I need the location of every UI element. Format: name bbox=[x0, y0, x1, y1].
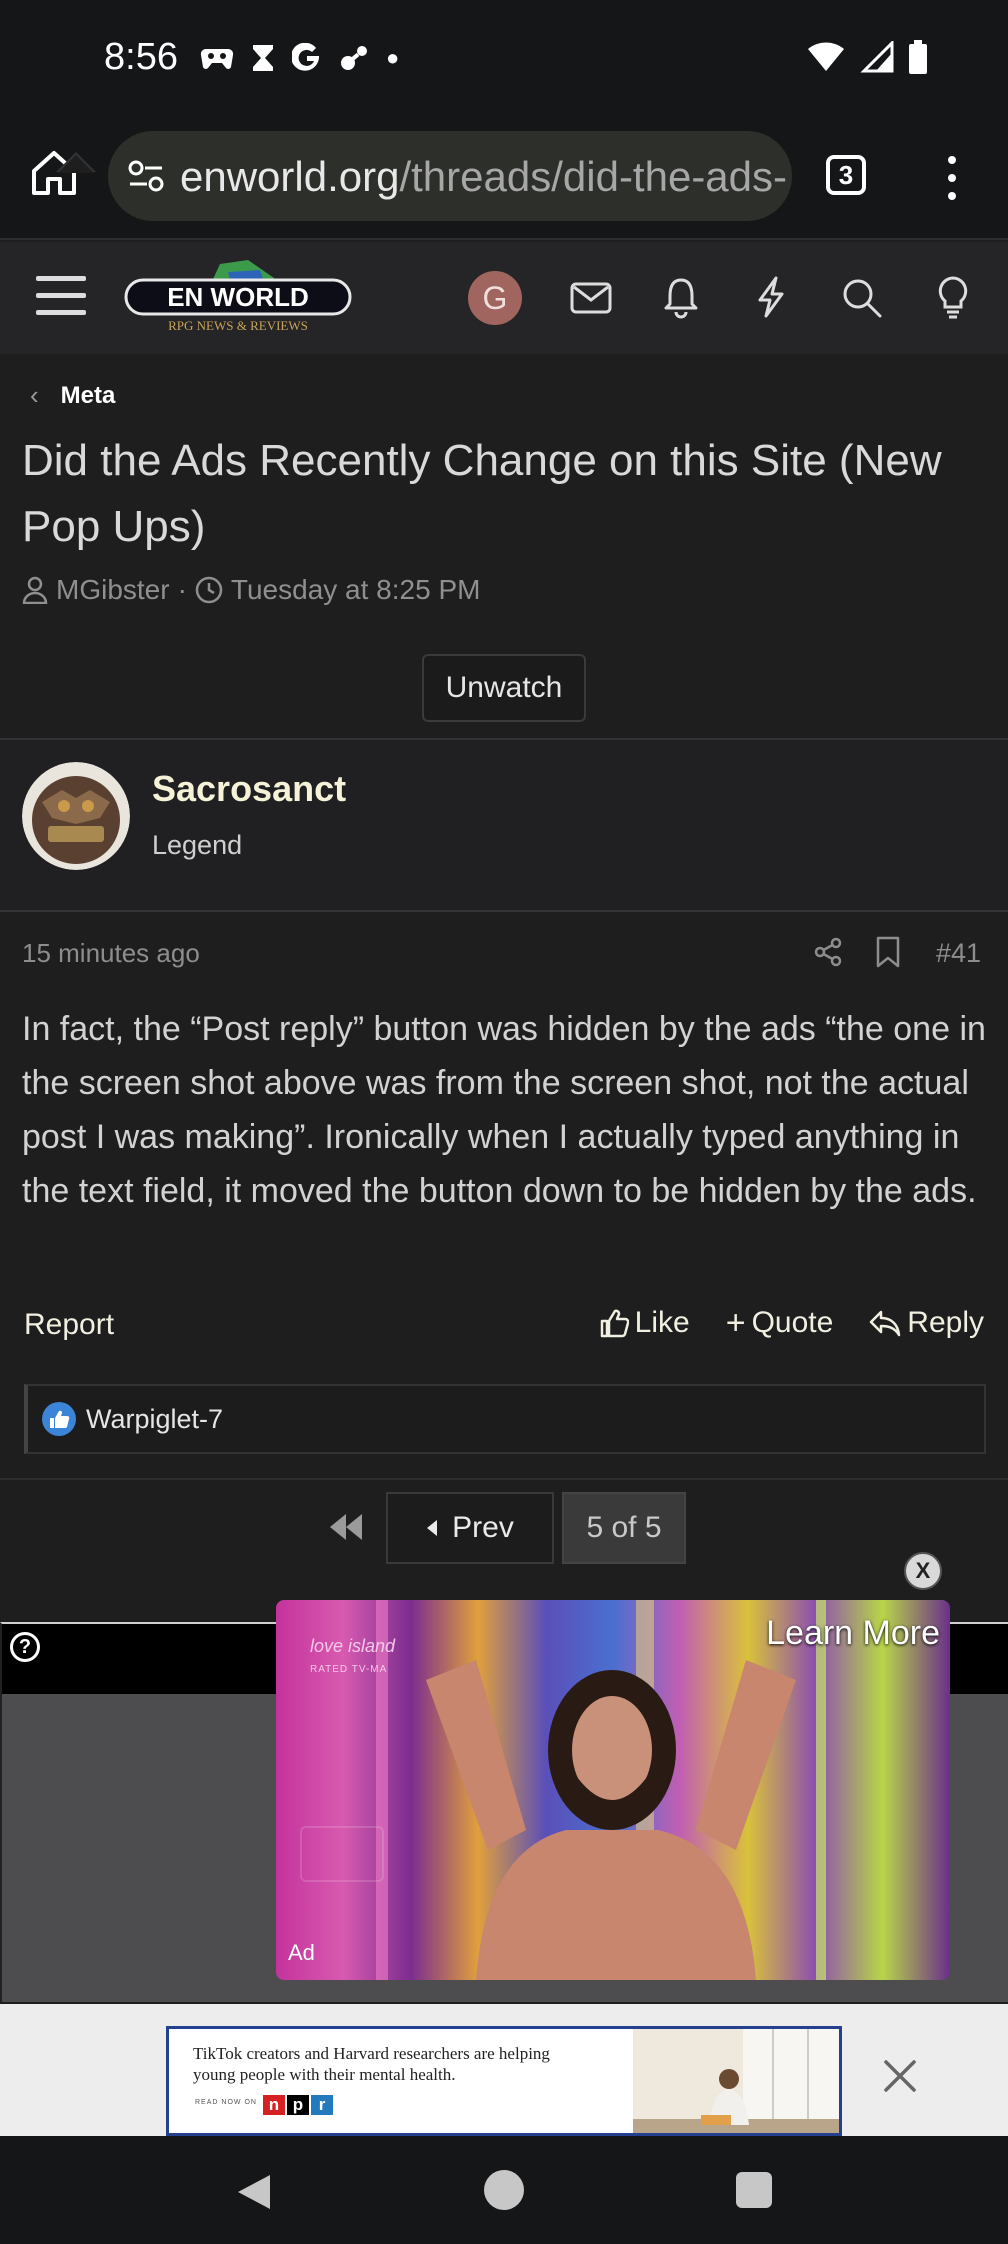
video-ad-frame bbox=[276, 1600, 950, 1980]
logo-subtext: RPG NEWS & REVIEWS bbox=[168, 318, 308, 333]
reply-icon bbox=[870, 1310, 901, 1337]
hourglass-icon bbox=[253, 45, 273, 71]
quote-label: Quote bbox=[751, 1306, 834, 1339]
plus-icon: + bbox=[725, 1304, 746, 1342]
status-time: 8:56 bbox=[104, 36, 178, 78]
reactions-bar[interactable]: Warpiglet-7 bbox=[24, 1384, 986, 1454]
unwatch-button[interactable]: Unwatch bbox=[422, 654, 586, 722]
site-settings-icon[interactable] bbox=[128, 159, 164, 193]
npr-letter-p: p bbox=[287, 2095, 309, 2115]
mute-icon[interactable] bbox=[300, 1826, 384, 1882]
battery-icon bbox=[909, 40, 927, 74]
browser-toolbar: enworld.org/threads/did-the-ads- 3 bbox=[0, 115, 1008, 240]
thread-meta: MGibster · Tuesday at 8:25 PM bbox=[22, 574, 480, 606]
game-controller-icon bbox=[200, 48, 234, 69]
ad-brand: love island bbox=[310, 1636, 396, 1656]
url-path: /threads/did-the-ads- bbox=[399, 153, 788, 200]
connect-icon bbox=[341, 46, 367, 70]
post-username[interactable]: Sacrosanct bbox=[152, 768, 346, 810]
dot-icon: ● bbox=[386, 45, 400, 70]
account-avatar[interactable]: G bbox=[468, 271, 522, 325]
close-icon[interactable] bbox=[880, 2056, 920, 2096]
thread-author[interactable]: MGibster bbox=[56, 574, 170, 606]
clock-icon bbox=[195, 576, 223, 604]
banner-text: TikTok creators and Harvard researchers … bbox=[193, 2044, 550, 2084]
post-actions: Like + Quote Reply bbox=[599, 1306, 984, 1340]
like-button[interactable]: Like bbox=[599, 1306, 690, 1340]
first-page-icon[interactable] bbox=[326, 1512, 366, 1542]
reply-button[interactable]: Reply bbox=[869, 1306, 984, 1340]
prev-page-button[interactable]: Prev bbox=[386, 1492, 554, 1564]
post-user-title: Legend bbox=[152, 830, 243, 860]
thumbs-up-icon bbox=[600, 1309, 629, 1338]
system-navigation-bar bbox=[0, 2136, 1008, 2244]
caret-left-icon bbox=[427, 1520, 438, 1536]
google-icon bbox=[292, 43, 320, 71]
search-icon[interactable] bbox=[838, 274, 884, 320]
banner-photo bbox=[633, 2029, 839, 2133]
close-ad-button[interactable]: X bbox=[904, 1552, 942, 1590]
ad-rating: RATED TV-MA bbox=[310, 1664, 388, 1675]
site-header: EN WORLD RPG NEWS & REVIEWS G bbox=[0, 242, 1008, 354]
chevron-left-icon: ‹ bbox=[30, 380, 39, 410]
tab-switcher-button[interactable]: 3 bbox=[826, 155, 866, 195]
reaction-user[interactable]: Warpiglet-7 bbox=[86, 1404, 223, 1435]
banner-read-now: READ NOW ON bbox=[195, 2099, 257, 2106]
post-user-block: Sacrosanct Legend bbox=[0, 738, 1008, 912]
user-icon bbox=[22, 576, 48, 604]
report-link[interactable]: Report bbox=[24, 1308, 114, 1342]
prev-label: Prev bbox=[452, 1511, 514, 1544]
quote-button[interactable]: + Quote bbox=[726, 1306, 834, 1340]
meta-separator: · bbox=[177, 574, 187, 605]
logo-text: EN WORLD bbox=[167, 282, 309, 312]
post-time[interactable]: 15 minutes ago bbox=[22, 938, 200, 969]
post-pointer-inner bbox=[58, 155, 94, 173]
breadcrumb-label[interactable]: Meta bbox=[61, 382, 116, 410]
back-icon[interactable] bbox=[234, 2172, 274, 2212]
learn-more-button[interactable]: Learn More bbox=[766, 1614, 940, 1653]
divider bbox=[0, 1478, 1008, 1480]
inbox-icon[interactable] bbox=[568, 274, 614, 320]
address-bar[interactable]: enworld.org/threads/did-the-ads- bbox=[108, 131, 792, 221]
banner-ad-region: TikTok creators and Harvard researchers … bbox=[0, 2004, 1008, 2136]
reply-label: Reply bbox=[907, 1306, 984, 1339]
url-text: enworld.org/threads/did-the-ads- bbox=[180, 153, 787, 201]
video-ad[interactable]: love island RATED TV-MA Learn More Ad bbox=[276, 1600, 950, 1980]
like-reaction-icon bbox=[42, 1402, 76, 1436]
npr-logo: n p r bbox=[263, 2095, 333, 2115]
breadcrumb[interactable]: ‹ Meta bbox=[30, 380, 115, 411]
url-host: enworld.org bbox=[180, 153, 400, 200]
lightning-icon[interactable] bbox=[748, 274, 794, 320]
like-label: Like bbox=[634, 1306, 690, 1339]
status-bar: 8:56 ● bbox=[0, 0, 1008, 115]
thread-title: Did the Ads Recently Change on this Site… bbox=[22, 436, 942, 551]
thread-date[interactable]: Tuesday at 8:25 PM bbox=[231, 574, 481, 606]
system-icons bbox=[806, 40, 928, 74]
recents-icon[interactable] bbox=[736, 2172, 772, 2208]
post-number[interactable]: #41 bbox=[936, 938, 981, 969]
wifi-icon bbox=[808, 42, 844, 71]
notification-icons: ● bbox=[200, 38, 399, 78]
bookmark-icon[interactable] bbox=[874, 936, 902, 968]
npr-letter-r: r bbox=[311, 2095, 333, 2115]
npr-letter-n: n bbox=[263, 2095, 285, 2115]
lightbulb-icon[interactable] bbox=[930, 274, 976, 320]
more-options-icon[interactable] bbox=[940, 153, 964, 203]
share-icon[interactable] bbox=[812, 936, 844, 968]
current-page-indicator[interactable]: 5 of 5 bbox=[562, 1492, 686, 1564]
ad-help-icon[interactable]: ? bbox=[10, 1632, 40, 1662]
bell-icon[interactable] bbox=[658, 274, 704, 320]
ad-label: Ad bbox=[288, 1940, 315, 1965]
user-avatar[interactable] bbox=[22, 762, 130, 870]
enworld-logo[interactable]: EN WORLD RPG NEWS & REVIEWS bbox=[124, 260, 352, 336]
signal-icon bbox=[860, 41, 894, 73]
home-circle-icon[interactable] bbox=[484, 2170, 524, 2210]
post-body: In fact, the “Post reply” button was hid… bbox=[22, 1010, 986, 1210]
hamburger-menu-icon[interactable] bbox=[36, 274, 86, 318]
banner-ad[interactable]: TikTok creators and Harvard researchers … bbox=[166, 2026, 842, 2136]
